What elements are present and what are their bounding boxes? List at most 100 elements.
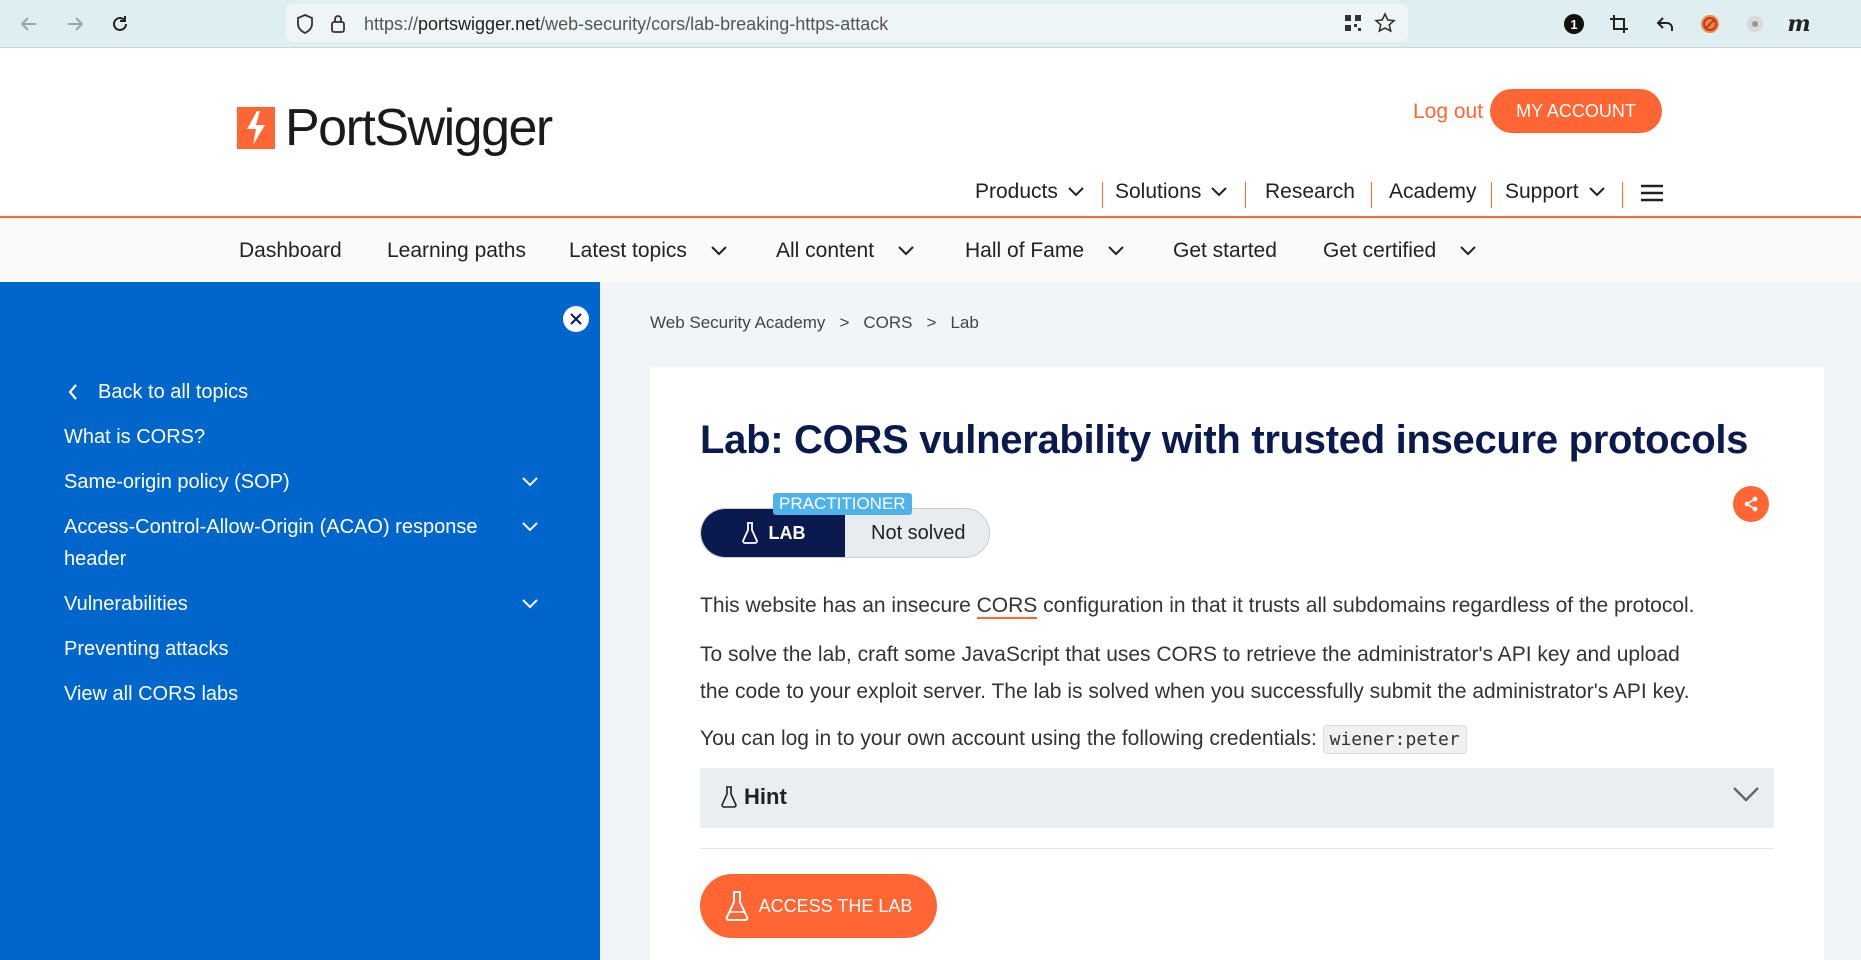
breadcrumb-separator: > <box>926 313 937 332</box>
lab-credentials-line: You can log in to your own account using… <box>700 720 1467 758</box>
lab-instructions-line1: To solve the lab, craft some JavaScript … <box>700 643 1680 666</box>
nav-separator <box>1371 182 1372 208</box>
chevron-down-icon[interactable] <box>520 594 540 614</box>
flask-icon <box>721 786 737 808</box>
subnav-get-certified-label: Get certified <box>1323 239 1437 262</box>
nav-research[interactable]: Research <box>1265 180 1355 204</box>
chevron-down-icon <box>1733 787 1759 802</box>
shield-icon[interactable] <box>296 14 314 39</box>
subnav-get-certified[interactable]: Get certified <box>1323 239 1476 263</box>
portswigger-logo-icon <box>237 107 275 149</box>
lab-solved-status: Not solved <box>871 522 966 544</box>
subnav-dashboard-label: Dashboard <box>239 239 342 262</box>
nav-support[interactable]: Support <box>1505 180 1605 204</box>
flask-icon <box>725 891 748 921</box>
sidebar-item-acao[interactable]: Access-Control-Allow-Origin (ACAO) respo… <box>64 511 477 543</box>
hamburger-menu-icon[interactable] <box>1640 183 1664 208</box>
nav-solutions-label: Solutions <box>1115 180 1202 203</box>
subnav-hall-of-fame-label: Hall of Fame <box>965 239 1085 262</box>
lab-status-badge: LAB Not solved <box>700 508 990 558</box>
nav-separator <box>1491 182 1492 208</box>
credentials-text: You can log in to your own account using… <box>700 727 1323 750</box>
sidebar-item-vulnerabilities[interactable]: Vulnerabilities <box>64 588 188 620</box>
hint-label: Hint <box>720 784 787 810</box>
nav-separator <box>1102 182 1103 208</box>
flask-icon <box>741 522 758 544</box>
logout-link[interactable]: Log out <box>1413 100 1483 124</box>
crop-icon[interactable] <box>1606 11 1632 37</box>
nav-separator <box>1245 182 1246 208</box>
chevron-down-icon <box>1108 246 1124 256</box>
settings-extension-icon[interactable] <box>1742 11 1768 37</box>
subnav-latest-topics[interactable]: Latest topics <box>569 239 727 263</box>
subnav-all-content[interactable]: All content <box>776 239 914 263</box>
url-text: https://portswigger.net/web-security/cor… <box>364 14 889 34</box>
chevron-down-icon <box>1068 187 1084 197</box>
chevron-down-icon <box>711 246 727 256</box>
hint-text: Hint <box>744 784 787 809</box>
nav-products[interactable]: Products <box>975 180 1084 204</box>
access-lab-label: ACCESS THE LAB <box>758 895 913 916</box>
m-extension-icon[interactable]: m <box>1786 11 1812 37</box>
back-to-topics-link[interactable]: Back to all topics <box>68 376 248 408</box>
section-divider <box>700 848 1774 849</box>
my-account-button[interactable]: MY ACCOUNT <box>1490 89 1662 133</box>
nav-products-label: Products <box>975 180 1058 203</box>
chevron-down-icon <box>898 246 914 256</box>
lab-instructions-line2: the code to your exploit server. The lab… <box>700 680 1690 703</box>
nav-solutions[interactable]: Solutions <box>1115 180 1228 204</box>
bookmark-star-icon[interactable] <box>1374 12 1396 39</box>
sidebar-item-what-is-cors[interactable]: What is CORS? <box>64 421 205 453</box>
lab-description-text: This website has an insecure <box>700 594 977 617</box>
subnav-get-started[interactable]: Get started <box>1173 239 1277 263</box>
lock-icon[interactable] <box>330 14 346 39</box>
back-arrow-icon[interactable] <box>16 11 42 37</box>
chevron-down-icon <box>1211 187 1228 197</box>
browser-toolbar: https://portswigger.net/web-security/cor… <box>0 0 1861 48</box>
breadcrumb-lab[interactable]: Lab <box>950 313 978 333</box>
access-lab-button[interactable]: ACCESS THE LAB <box>700 874 937 938</box>
subnav-latest-topics-label: Latest topics <box>569 239 687 262</box>
portswigger-logo[interactable]: PortSwigger <box>237 99 553 157</box>
subnav-dashboard[interactable]: Dashboard <box>239 239 342 263</box>
sidebar-item-preventing-attacks[interactable]: Preventing attacks <box>64 633 229 665</box>
lab-badge-label: LAB <box>768 522 806 543</box>
sidebar-item-view-all-labs[interactable]: View all CORS labs <box>64 678 238 710</box>
address-bar[interactable]: https://portswigger.net/web-security/cor… <box>286 4 1408 42</box>
subnav-all-content-label: All content <box>776 239 875 262</box>
subnav-learning-paths[interactable]: Learning paths <box>387 239 526 263</box>
cors-link[interactable]: CORS <box>976 594 1038 619</box>
forward-arrow-icon[interactable] <box>62 11 88 37</box>
sidebar-item-sop[interactable]: Same-origin policy (SOP) <box>64 466 290 498</box>
chevron-down-icon <box>1588 187 1605 197</box>
chevron-down-icon[interactable] <box>520 517 540 537</box>
nav-academy[interactable]: Academy <box>1389 180 1477 204</box>
breadcrumb-academy[interactable]: Web Security Academy <box>650 313 825 333</box>
chevron-down-icon[interactable] <box>520 472 540 492</box>
subnav-hall-of-fame[interactable]: Hall of Fame <box>965 239 1124 263</box>
close-icon <box>570 313 582 325</box>
difficulty-badge: PRACTITIONER <box>773 493 912 515</box>
share-button[interactable] <box>1733 486 1769 522</box>
reload-icon[interactable] <box>107 11 133 37</box>
qr-code-icon[interactable] <box>1344 14 1362 37</box>
credentials-code: wiener:peter <box>1322 725 1467 754</box>
nav-separator <box>1622 182 1623 208</box>
blocker-extension-icon[interactable] <box>1697 11 1723 37</box>
share-icon <box>1744 496 1758 512</box>
page-title: Lab: CORS vulnerability with trusted ins… <box>700 418 1749 462</box>
back-to-topics-label: Back to all topics <box>98 381 249 403</box>
hint-accordion[interactable]: Hint <box>700 768 1774 828</box>
subnav-get-started-label: Get started <box>1173 239 1277 262</box>
breadcrumb-separator: > <box>839 313 850 332</box>
chevron-down-icon <box>1460 246 1476 256</box>
breadcrumb-cors[interactable]: CORS <box>863 313 912 333</box>
lab-badge: LAB <box>701 509 845 557</box>
close-sidebar-button[interactable] <box>563 306 589 332</box>
logo-text: PortSwigger <box>285 99 553 157</box>
lab-description-text: configuration in that it trusts all subd… <box>1037 594 1695 617</box>
sidebar-item-acao-line2[interactable]: header <box>64 543 126 575</box>
undo-arrow-icon[interactable] <box>1652 11 1678 37</box>
subnav-learning-paths-label: Learning paths <box>387 239 526 262</box>
extension-badge-icon[interactable]: 1 <box>1561 11 1587 37</box>
